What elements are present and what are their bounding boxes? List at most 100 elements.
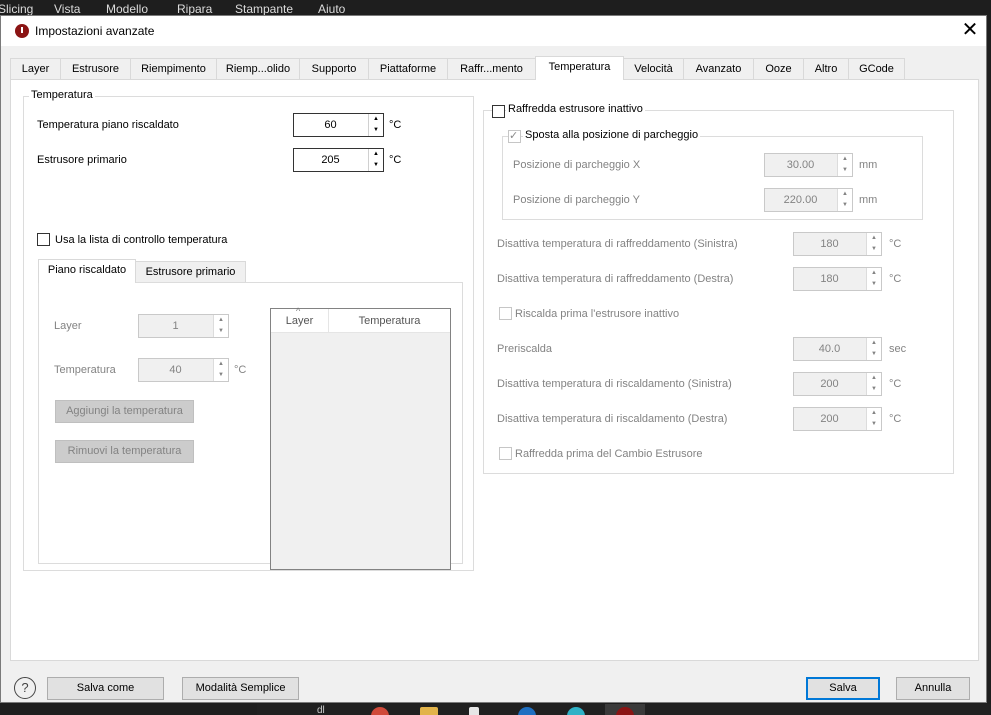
heat-left-value: 200 — [820, 378, 839, 390]
spin-down-icon[interactable]: ▼ — [867, 244, 881, 255]
tab-ooze[interactable]: Ooze — [753, 58, 804, 79]
menu-stampante[interactable]: Stampante — [235, 2, 293, 16]
park-x-arrows: ▲ ▼ — [837, 154, 852, 176]
close-button[interactable]: ✕ — [956, 18, 984, 44]
tab-piattaforme[interactable]: Piattaforme — [368, 58, 448, 79]
tab-avanzato[interactable]: Avanzato — [683, 58, 754, 79]
tab-riempimento-solido[interactable]: Riemp...olido — [216, 58, 300, 79]
spin-up-icon[interactable]: ▲ — [214, 359, 228, 370]
park-x-spinbox[interactable]: 30.00 ▲ ▼ — [764, 153, 853, 177]
tab-supporto[interactable]: Supporto — [299, 58, 369, 79]
inner-tab-primary-extruder[interactable]: Estrusore primario — [135, 261, 246, 283]
spin-down-icon[interactable]: ▼ — [214, 326, 228, 337]
temperature-spinbox[interactable]: 40 ▲ ▼ — [138, 358, 229, 382]
taskbar-active-app[interactable] — [605, 704, 645, 715]
spin-down-icon[interactable]: ▼ — [369, 125, 383, 136]
layer-spinbox[interactable]: 1 ▲ ▼ — [138, 314, 229, 338]
tab-velocita[interactable]: Velocità — [623, 58, 684, 79]
cool-left-unit: °C — [889, 238, 902, 250]
temperature-arrows: ▲ ▼ — [213, 359, 228, 381]
menu-slicing[interactable]: Slicing — [0, 2, 33, 16]
primary-extruder-unit: °C — [389, 154, 402, 166]
cool-right-value: 180 — [820, 273, 839, 285]
file-explorer-icon[interactable] — [420, 707, 438, 715]
park-position-checkbox[interactable] — [508, 129, 521, 143]
control-list-checkbox[interactable] — [37, 233, 50, 246]
remove-temperature-button[interactable]: Rimuovi la temperatura — [55, 440, 194, 463]
park-y-arrows: ▲ ▼ — [837, 189, 852, 211]
bed-temperature-spinbox[interactable]: 60 ▲ ▼ — [293, 113, 384, 137]
spin-up-icon[interactable]: ▲ — [369, 149, 383, 160]
tab-layer[interactable]: Layer — [10, 58, 61, 79]
cancel-button[interactable]: Annulla — [896, 677, 970, 700]
heat-left-label: Disattiva temperatura di riscaldamento (… — [497, 378, 732, 390]
temperature-label: Temperatura — [54, 364, 116, 376]
spin-down-icon[interactable]: ▼ — [867, 384, 881, 395]
spin-up-icon[interactable]: ▲ — [867, 408, 881, 419]
menu-vista[interactable]: Vista — [54, 2, 80, 16]
cool-right-spinbox[interactable]: 180 ▲ ▼ — [793, 267, 882, 291]
add-temperature-button[interactable]: Aggiungi la temperatura — [55, 400, 194, 423]
spin-down-icon[interactable]: ▼ — [214, 370, 228, 381]
spin-up-icon[interactable]: ▲ — [214, 315, 228, 326]
save-button[interactable]: Salva — [806, 677, 880, 700]
cool-before-label: Raffredda prima del Cambio Estrusore — [515, 448, 703, 460]
spin-up-icon[interactable]: ▲ — [369, 114, 383, 125]
table-header: Layer ^ Temperatura — [271, 306, 450, 333]
menu-modello[interactable]: Modello — [106, 2, 148, 16]
sort-indicator-icon: ^ — [296, 306, 301, 316]
cool-left-arrows: ▲ ▼ — [866, 233, 881, 255]
taskbar-app-icon[interactable] — [567, 707, 585, 715]
primary-extruder-value: 205 — [321, 154, 340, 166]
spin-down-icon[interactable]: ▼ — [838, 165, 852, 176]
preheat-first-checkbox[interactable] — [499, 307, 512, 320]
heat-right-spinbox[interactable]: 200 ▲ ▼ — [793, 407, 882, 431]
preheat-first-label: Riscalda prima l'estrusore inattivo — [515, 308, 680, 320]
cool-right-arrows: ▲ ▼ — [866, 268, 881, 290]
park-y-unit: mm — [859, 194, 878, 206]
temperatura-group-title: Temperatura — [29, 89, 95, 101]
save-as-button[interactable]: Salva come — [47, 677, 164, 700]
help-icon[interactable]: ? — [14, 677, 36, 699]
tab-temperatura[interactable]: Temperatura — [535, 56, 624, 80]
column-header-temperatura[interactable]: Temperatura — [329, 309, 450, 333]
temperature-table[interactable]: Layer ^ Temperatura — [270, 306, 451, 570]
tab-altro[interactable]: Altro — [803, 58, 849, 79]
spin-down-icon[interactable]: ▼ — [867, 279, 881, 290]
spin-down-icon[interactable]: ▼ — [867, 419, 881, 430]
preheat-spinbox[interactable]: 40.0 ▲ ▼ — [793, 337, 882, 361]
spin-down-icon[interactable]: ▼ — [867, 349, 881, 360]
spin-up-icon[interactable]: ▲ — [867, 373, 881, 384]
inactive-extruder-checkbox[interactable] — [492, 105, 505, 118]
temperature-value: 40 — [169, 364, 182, 376]
spin-up-icon[interactable]: ▲ — [838, 189, 852, 200]
tab-estrusore[interactable]: Estrusore — [60, 58, 131, 79]
tab-riempimento[interactable]: Riempimento — [130, 58, 217, 79]
spin-up-icon[interactable]: ▲ — [867, 233, 881, 244]
taskbar-app-icon[interactable] — [371, 707, 389, 715]
bed-temperature-label: Temperatura piano riscaldato — [37, 119, 179, 131]
taskbar-app-icon[interactable] — [469, 707, 479, 715]
spin-down-icon[interactable]: ▼ — [369, 160, 383, 171]
park-y-spinbox[interactable]: 220.00 ▲ ▼ — [764, 188, 853, 212]
cool-before-checkbox[interactable] — [499, 447, 512, 460]
spin-up-icon[interactable]: ▲ — [838, 154, 852, 165]
tab-gcode[interactable]: GCode — [848, 58, 905, 79]
control-list-label: Usa la lista di controllo temperatura — [55, 234, 228, 246]
spin-up-icon[interactable]: ▲ — [867, 338, 881, 349]
bed-temperature-arrows: ▲ ▼ — [368, 114, 383, 136]
simple-mode-button[interactable]: Modalità Semplice — [182, 677, 299, 700]
tab-raffreddamento[interactable]: Raffr...mento — [447, 58, 536, 79]
app-logo-icon — [15, 24, 29, 38]
primary-extruder-spinbox[interactable]: 205 ▲ ▼ — [293, 148, 384, 172]
taskbar-app-icon[interactable] — [518, 707, 536, 715]
spin-down-icon[interactable]: ▼ — [838, 200, 852, 211]
layer-arrows: ▲ ▼ — [213, 315, 228, 337]
menu-ripara[interactable]: Ripara — [177, 2, 212, 16]
menu-aiuto[interactable]: Aiuto — [318, 2, 345, 16]
inactive-extruder-title: Raffredda estrusore inattivo — [506, 103, 645, 115]
cool-left-spinbox[interactable]: 180 ▲ ▼ — [793, 232, 882, 256]
heat-left-spinbox[interactable]: 200 ▲ ▼ — [793, 372, 882, 396]
spin-up-icon[interactable]: ▲ — [867, 268, 881, 279]
inner-tab-heated-bed[interactable]: Piano riscaldato — [38, 259, 136, 283]
